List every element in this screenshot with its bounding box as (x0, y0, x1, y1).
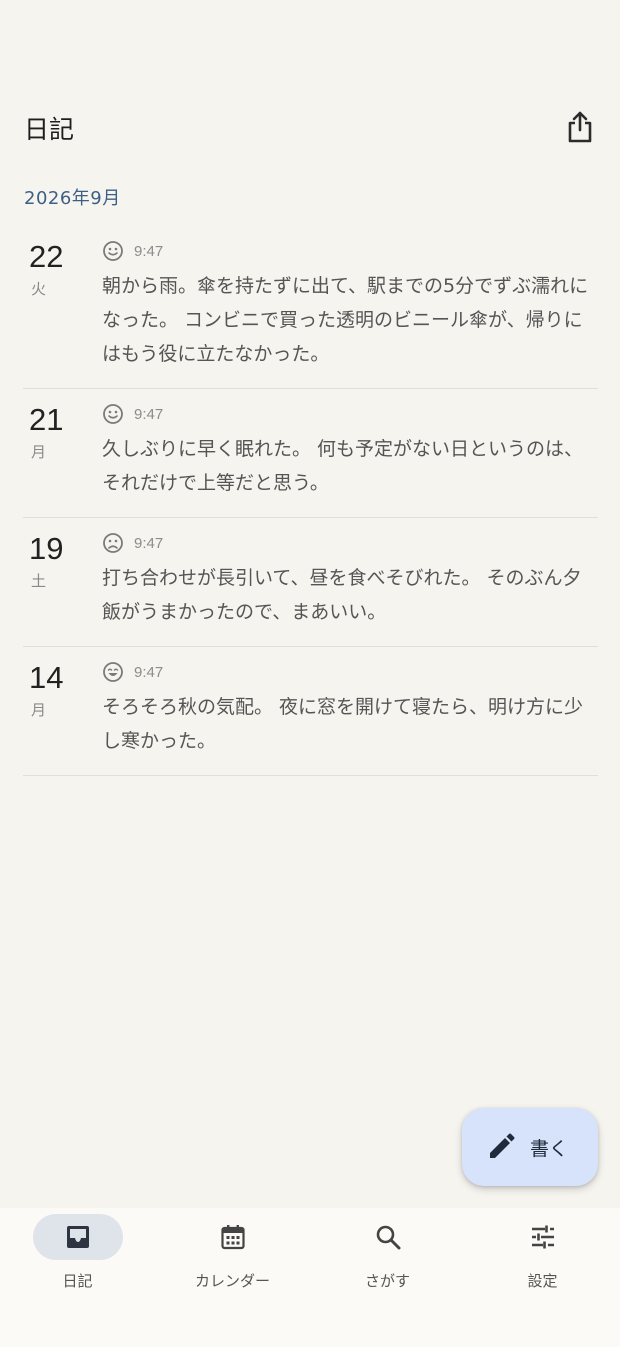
write-button[interactable]: 書く (462, 1108, 598, 1186)
entry-weekday: 月 (31, 443, 47, 461)
nav-item-search[interactable]: さがす (310, 1214, 465, 1304)
nav-item-diary[interactable]: 日記 (0, 1214, 155, 1304)
app-bar: 日記 (0, 96, 620, 160)
nav-label: 設定 (527, 1272, 558, 1290)
entry-content: 9:47 朝から雨。傘を持たずに出て、駅までの5分でずぶ濡れになった。 コンビニ… (102, 238, 598, 371)
entry-time: 9:47 (134, 405, 164, 423)
entry-text: 久しぶりに早く眠れた。 何も予定がない日というのは、それだけで上等だと思う。 (102, 438, 584, 494)
entry-date: 21 月 (23, 401, 102, 500)
entry-text: 朝から雨。傘を持たずに出て、駅までの5分でずぶ濡れになった。 コンビニで買った透… (102, 275, 589, 365)
entry-day: 14 (29, 660, 64, 695)
write-button-label: 書く (530, 1138, 569, 1160)
entry-date: 14 月 (23, 659, 102, 758)
search-icon (376, 1225, 400, 1250)
entry-meta: 9:47 (102, 238, 598, 264)
list-item[interactable]: 22 火 9:47 朝から雨。傘を持たずに出て、駅までの5分でずぶ濡れになった。… (23, 226, 598, 389)
entry-list: 22 火 9:47 朝から雨。傘を持たずに出て、駅までの5分でずぶ濡れになった。… (23, 226, 598, 776)
entry-content: 9:47 打ち合わせが長引いて、昼を食べそびれた。 そのぶん夕飯がうまかったので… (102, 530, 598, 629)
entry-meta: 9:47 (102, 401, 598, 427)
smile-icon (102, 403, 124, 425)
bottom-navigation: 日記 カレンダー さがす 設定 (0, 1208, 620, 1347)
nav-active-indicator (32, 1214, 123, 1260)
sad-icon (102, 532, 124, 554)
nav-label: 日記 (62, 1272, 93, 1290)
entry-content: 9:47 久しぶりに早く眠れた。 何も予定がない日というのは、それだけで上等だと… (102, 401, 598, 500)
share-icon (568, 111, 592, 143)
entry-time: 9:47 (134, 534, 164, 552)
entry-weekday: 火 (31, 280, 47, 298)
nav-item-calendar[interactable]: カレンダー (155, 1214, 310, 1304)
month-header: 2026年9月 (24, 188, 121, 209)
entry-date: 19 土 (23, 530, 102, 629)
tune-icon (531, 1225, 554, 1249)
smile-icon (102, 240, 124, 262)
list-item[interactable]: 14 月 9:47 そろそろ秋の気配。 夜に窓を開けて寝たら、明け方に少し寒かっ… (23, 647, 598, 776)
entry-text: そろそろ秋の気配。 夜に窓を開けて寝たら、明け方に少し寒かった。 (102, 696, 584, 752)
entry-weekday: 月 (31, 701, 47, 719)
list-item[interactable]: 21 月 9:47 久しぶりに早く眠れた。 何も予定がない日というのは、それだけ… (23, 389, 598, 518)
diary-screen: 日記 2026年9月 22 火 9:47 朝から雨。傘を持たずに出て、駅までの5… (0, 0, 620, 1347)
calendar-icon (220, 1225, 245, 1250)
entry-day: 22 (29, 239, 64, 274)
entry-day: 21 (29, 402, 64, 437)
entry-meta: 9:47 (102, 530, 598, 556)
list-item[interactable]: 19 土 9:47 打ち合わせが長引いて、昼を食べそびれた。 そのぶん夕飯がうま… (23, 518, 598, 647)
inbox-icon (66, 1226, 89, 1248)
pencil-icon (490, 1133, 515, 1158)
entry-weekday: 土 (31, 572, 47, 590)
share-button[interactable] (562, 108, 598, 146)
entry-time: 9:47 (134, 242, 164, 260)
nav-item-settings[interactable]: 設定 (465, 1214, 620, 1304)
grin-icon (102, 661, 124, 683)
entry-day: 19 (29, 531, 64, 566)
entry-time: 9:47 (134, 663, 164, 681)
page-title: 日記 (24, 115, 75, 144)
nav-label: さがす (364, 1272, 410, 1290)
entry-content: 9:47 そろそろ秋の気配。 夜に窓を開けて寝たら、明け方に少し寒かった。 (102, 659, 598, 758)
nav-label: カレンダー (194, 1272, 270, 1290)
entry-text: 打ち合わせが長引いて、昼を食べそびれた。 そのぶん夕飯がうまかったので、まあいい… (102, 567, 582, 623)
entry-date: 22 火 (23, 238, 102, 371)
entry-meta: 9:47 (102, 659, 598, 685)
